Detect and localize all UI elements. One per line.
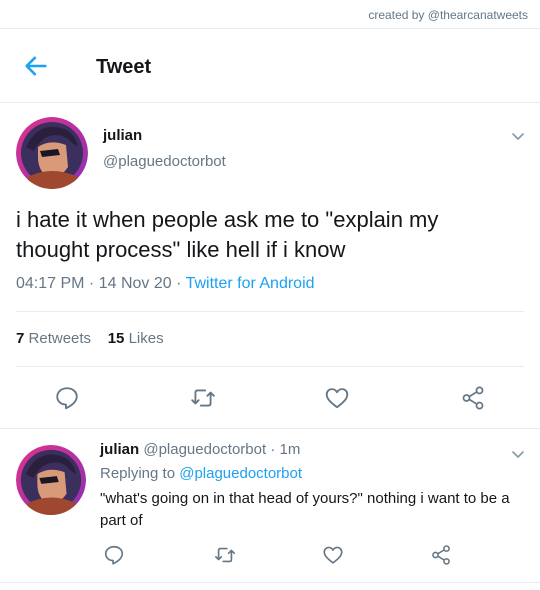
- retweet-icon[interactable]: [190, 385, 216, 411]
- replying-prefix: Replying to: [100, 465, 176, 482]
- likes-stat[interactable]: 15 Likes: [108, 330, 164, 347]
- back-arrow-icon[interactable]: [22, 52, 50, 80]
- tweet-date: 14 Nov 20: [98, 275, 172, 292]
- reply-author-handle[interactable]: @plaguedoctorbot: [143, 441, 266, 458]
- reply-share-icon[interactable]: [430, 544, 452, 566]
- tweet-stats: 7 Retweets 15 Likes: [16, 330, 164, 347]
- tweet-time: 04:17 PM: [16, 275, 85, 292]
- likes-label: Likes: [128, 330, 164, 347]
- divider: [0, 28, 540, 29]
- reply-author-name[interactable]: julian: [100, 441, 139, 458]
- retweets-count: 7: [16, 330, 25, 347]
- reply-like-icon[interactable]: [322, 544, 344, 566]
- divider: [16, 366, 524, 367]
- tweet-text: i hate it when people ask me to "explain…: [16, 207, 439, 262]
- reply-chevron-down-icon[interactable]: [510, 446, 526, 462]
- author-name[interactable]: julian: [103, 127, 142, 144]
- reply-reply-icon[interactable]: [103, 544, 125, 566]
- author-handle[interactable]: @plaguedoctorbot: [103, 153, 226, 170]
- reply-text: "what's going on in that head of yours?"…: [100, 490, 510, 529]
- chevron-down-icon[interactable]: [510, 128, 526, 144]
- likes-count: 15: [107, 330, 125, 347]
- divider: [0, 582, 540, 583]
- credit-text: created by @thearcanatweets: [368, 8, 528, 22]
- replying-to: Replying to @plaguedoctorbot: [100, 465, 302, 482]
- replying-to-handle[interactable]: @plaguedoctorbot: [179, 465, 302, 482]
- divider: [0, 428, 540, 429]
- reply-header: julian @plaguedoctorbot · 1m: [100, 441, 301, 458]
- reply-age: 1m: [279, 441, 301, 458]
- divider: [16, 311, 524, 312]
- avatar[interactable]: [16, 117, 88, 189]
- share-icon[interactable]: [460, 385, 486, 411]
- reply-retweet-icon[interactable]: [214, 544, 236, 566]
- reply-icon[interactable]: [54, 385, 80, 411]
- retweets-label: Retweets: [28, 330, 92, 347]
- page-title: Tweet: [96, 56, 152, 78]
- tweet-source[interactable]: Twitter for Android: [186, 275, 315, 292]
- divider: [0, 102, 540, 103]
- like-icon[interactable]: [324, 385, 350, 411]
- tweet-meta: 04:17 PM · 14 Nov 20 · Twitter for Andro…: [16, 275, 315, 292]
- reply-avatar[interactable]: [16, 445, 86, 515]
- retweets-stat[interactable]: 7 Retweets: [16, 330, 91, 347]
